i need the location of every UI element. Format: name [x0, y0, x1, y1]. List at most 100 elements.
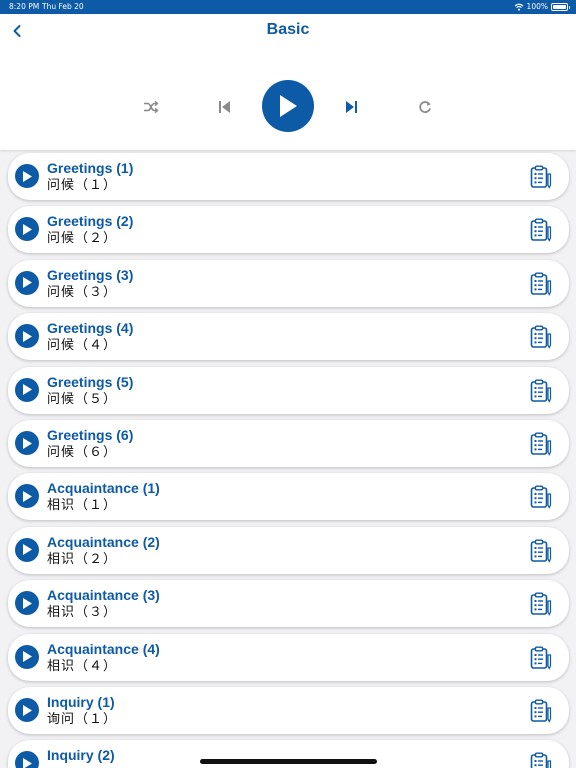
lesson-row[interactable]: Greetings (3) 问候（３）	[8, 259, 569, 307]
lesson-subtitle: 相识（２）	[47, 551, 118, 567]
lesson-play-button[interactable]	[15, 164, 39, 188]
skip-previous-icon	[219, 101, 230, 113]
clipboard-list-icon	[530, 646, 552, 670]
clipboard-list-icon	[530, 379, 552, 403]
lesson-title: Greetings (5)	[47, 373, 134, 390]
wifi-icon	[514, 3, 523, 11]
lesson-subtitle: 问候（４）	[47, 338, 118, 354]
status-right: 100%	[514, 2, 570, 11]
page-title: Basic	[266, 21, 310, 38]
battery-percent: 100%	[526, 2, 548, 11]
lesson-subtitle: 问候（２）	[47, 231, 118, 247]
clipboard-list-icon	[530, 539, 552, 563]
lesson-notes-button[interactable]	[530, 752, 552, 768]
play-icon	[23, 330, 32, 342]
lesson-row[interactable]: Greetings (6) 问候（６）	[8, 420, 569, 467]
lesson-play-button[interactable]	[15, 270, 39, 295]
play-icon	[23, 544, 32, 556]
repeat-button[interactable]	[414, 96, 436, 118]
lesson-list[interactable]: Greetings (1) 问候（１） Greetings (2) 问候（２） Gree…	[0, 150, 576, 768]
play-icon	[23, 651, 32, 663]
play-icon	[23, 437, 32, 449]
lesson-notes-button[interactable]	[530, 592, 552, 617]
lesson-title: Greetings (2)	[47, 213, 134, 230]
lesson-notes-button[interactable]	[530, 646, 552, 670]
lesson-title: Greetings (4)	[47, 320, 134, 337]
lesson-notes-button[interactable]	[530, 432, 552, 456]
clipboard-list-icon	[530, 218, 552, 243]
lesson-title: Acquaintance (2)	[47, 533, 160, 550]
lesson-play-button[interactable]	[15, 698, 39, 722]
lesson-row[interactable]: Greetings (2) 问候（２）	[8, 206, 569, 254]
play-icon	[23, 170, 32, 182]
play-icon	[23, 597, 32, 609]
play-icon	[23, 757, 32, 768]
repeat-icon	[419, 101, 431, 113]
lesson-notes-button[interactable]	[530, 272, 552, 296]
lesson-play-button[interactable]	[15, 537, 39, 562]
lesson-row[interactable]: Greetings (5) 问候（５）	[8, 366, 569, 414]
lesson-subtitle: 问候（１）	[47, 178, 118, 193]
play-button[interactable]	[262, 80, 314, 132]
lesson-notes-button[interactable]	[530, 539, 552, 563]
lesson-title: Acquaintance (1)	[47, 480, 160, 497]
lesson-title: Acquaintance (4)	[47, 640, 160, 657]
lesson-row[interactable]: Greetings (4) 问候（４）	[8, 313, 569, 361]
lesson-row[interactable]: Acquaintance (4) 相识（４）	[8, 633, 569, 681]
clipboard-list-icon	[530, 699, 552, 723]
lesson-title: Greetings (1)	[47, 160, 134, 176]
lesson-notes-button[interactable]	[530, 165, 552, 189]
lesson-title: Greetings (3)	[47, 266, 134, 283]
shuffle-button[interactable]	[140, 96, 162, 118]
skip-next-icon	[346, 101, 357, 113]
previous-button[interactable]	[213, 96, 235, 118]
clipboard-list-icon	[530, 485, 552, 510]
lesson-play-button[interactable]	[15, 217, 39, 242]
lesson-subtitle: 相识（４）	[47, 658, 118, 674]
lesson-row[interactable]: Acquaintance (3) 相识（３）	[8, 580, 569, 628]
clipboard-list-icon	[530, 592, 552, 617]
lesson-notes-button[interactable]	[530, 379, 552, 403]
lesson-title: Acquaintance (3)	[47, 587, 160, 604]
lesson-row[interactable]: Inquiry (1) 询问（１）	[8, 687, 569, 734]
play-icon	[23, 704, 32, 716]
lesson-play-button[interactable]	[15, 644, 39, 669]
lesson-play-button[interactable]	[15, 484, 39, 509]
lesson-row[interactable]: Acquaintance (1) 相识（１）	[8, 473, 569, 521]
lesson-row[interactable]: Greetings (1) 问候（１）	[8, 153, 569, 200]
clipboard-list-icon	[530, 325, 552, 350]
battery-level	[553, 4, 566, 9]
lesson-subtitle: 问候（３）	[47, 284, 118, 300]
clipboard-list-icon	[530, 752, 552, 768]
lesson-title: Greetings (6)	[47, 427, 134, 443]
play-icon	[23, 223, 32, 235]
home-indicator	[200, 759, 377, 764]
play-icon	[23, 277, 32, 289]
lesson-title: Inquiry (2)	[47, 747, 115, 764]
lesson-notes-button[interactable]	[530, 485, 552, 510]
lesson-subtitle: 问候（５）	[47, 391, 118, 407]
status-time: 8:20 PM	[9, 2, 40, 11]
lesson-subtitle: 相识（３）	[47, 605, 118, 621]
lesson-play-button[interactable]	[15, 377, 39, 402]
play-icon	[23, 384, 32, 396]
lesson-notes-button[interactable]	[530, 699, 552, 723]
status-date: Thu Feb 20	[42, 2, 84, 11]
status-bar: 8:20 PM Thu Feb 20 100%	[0, 0, 576, 14]
lesson-row[interactable]: Acquaintance (2) 相识（２）	[8, 526, 569, 574]
lesson-notes-button[interactable]	[530, 325, 552, 350]
clipboard-list-icon	[530, 272, 552, 296]
lesson-subtitle: 询问（１）	[47, 712, 118, 727]
next-button[interactable]	[341, 96, 363, 118]
battery-icon	[551, 2, 570, 11]
clipboard-list-icon	[530, 165, 552, 189]
lesson-title: Inquiry (1)	[47, 694, 115, 710]
lesson-subtitle: 相识（１）	[47, 498, 118, 514]
lesson-play-button[interactable]	[15, 751, 39, 768]
clipboard-list-icon	[530, 432, 552, 456]
shuffle-icon	[144, 100, 159, 114]
lesson-play-button[interactable]	[15, 591, 39, 616]
lesson-notes-button[interactable]	[530, 218, 552, 243]
lesson-play-button[interactable]	[15, 431, 39, 455]
lesson-play-button[interactable]	[15, 324, 39, 349]
